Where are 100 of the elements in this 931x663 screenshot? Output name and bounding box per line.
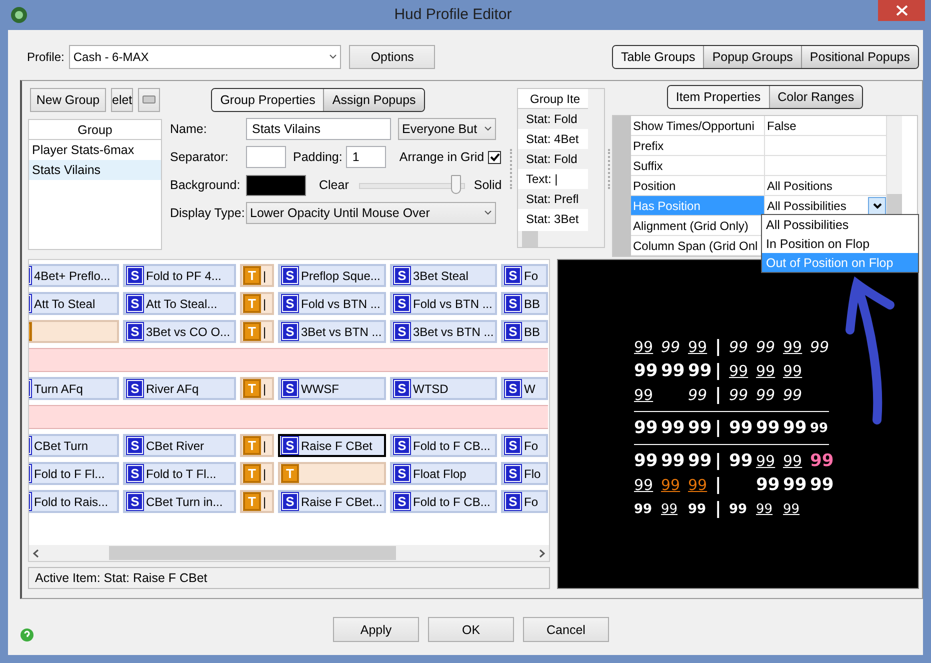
grid-item[interactable]: S Fold to F CB... <box>390 434 497 457</box>
close-button[interactable] <box>878 0 925 21</box>
grid-item[interactable]: S W <box>501 377 548 400</box>
grid-item[interactable]: T | <box>240 434 274 457</box>
item-label: Fo <box>524 494 538 508</box>
dialog-button[interactable]: Apply <box>333 617 419 642</box>
grid-item[interactable]: Fold to F Fl... <box>29 462 119 485</box>
background-swatch[interactable] <box>246 174 306 196</box>
grid-item[interactable]: S Att To Steal... <box>123 292 236 315</box>
delete-button[interactable]: elet <box>111 88 133 112</box>
stat-item-icon: S <box>282 295 298 312</box>
arrange-checkbox[interactable] <box>488 150 502 164</box>
separator-field[interactable] <box>246 146 286 168</box>
printer-button[interactable] <box>138 88 160 112</box>
active-item-status: Active Item: Stat: Raise F CBet <box>28 567 550 589</box>
grid-item[interactable]: T | <box>240 462 274 485</box>
properties-tab[interactable]: Assign Popups <box>323 89 424 111</box>
grid-item[interactable]: S WTSD <box>390 377 497 400</box>
group-item-row[interactable]: Stat: Fold <box>518 149 589 169</box>
grid-item[interactable]: T | <box>240 320 274 343</box>
grid-item[interactable]: Att To Steal <box>29 292 119 315</box>
stat-item-icon: S <box>394 380 410 397</box>
grid-item[interactable]: S Fold to T Fl... <box>123 462 236 485</box>
grid-item[interactable]: S 3Bet vs BTN ... <box>390 320 497 343</box>
dialog-button[interactable]: Cancel <box>523 617 609 642</box>
grid-item[interactable]: S 3Bet vs CO O... <box>123 320 236 343</box>
grid-item[interactable]: S Fold vs BTN ... <box>390 292 497 315</box>
dropdown-option[interactable]: All Possibilities <box>762 215 918 234</box>
stat-item-icon: S <box>282 493 298 510</box>
grid-item[interactable]: CBet Turn <box>29 434 119 457</box>
grid-item[interactable]: T | <box>240 264 274 287</box>
grid-item[interactable]: S Fo <box>501 490 548 513</box>
profile-dropdown[interactable]: Cash - 6-MAX <box>69 45 342 69</box>
grid-item[interactable]: S Fo <box>501 434 548 457</box>
dialog-button[interactable]: OK <box>428 617 514 642</box>
grid-item[interactable]: S Flo <box>501 462 548 485</box>
item-label: Float Flop <box>413 466 466 480</box>
grid-item[interactable]: S CBet River <box>123 434 236 457</box>
property-name[interactable]: Suffix <box>631 156 765 176</box>
item-label: | <box>263 494 266 508</box>
group-item-row[interactable]: Stat: Fold <box>518 109 589 129</box>
group-item[interactable]: Stats Vilains <box>29 160 161 180</box>
property-name[interactable]: Show Times/Opportuni <box>631 116 765 136</box>
grid-item[interactable]: S 3Bet Steal <box>390 264 497 287</box>
grid-item[interactable]: S Fold to PF 4... <box>123 264 236 287</box>
grid-item[interactable]: 4Bet+ Preflo... <box>29 264 119 287</box>
grid-item[interactable]: S Fold to F CB... <box>390 490 497 513</box>
grid-item[interactable]: S BB <box>501 292 548 315</box>
scroll-right-icon[interactable] <box>539 548 545 558</box>
preview-value: | <box>715 385 722 405</box>
item-tab[interactable]: Color Ranges <box>768 86 862 108</box>
opacity-slider[interactable] <box>358 175 465 195</box>
grid-item[interactable]: S Preflop Sque... <box>278 264 386 287</box>
properties-tab[interactable]: Group Properties <box>212 89 324 111</box>
grid-item[interactable]: S Float Flop <box>390 462 497 485</box>
preview-value: | <box>715 418 722 438</box>
text-item-icon: T <box>244 267 260 284</box>
preview-value: 99 <box>756 475 781 495</box>
display-type-dropdown[interactable]: Lower Opacity Until Mouse Over <box>246 202 496 224</box>
caret-icon[interactable] <box>329 54 338 60</box>
item-label: Raise F CBet <box>301 438 372 452</box>
grid-item[interactable]: T | <box>240 377 274 400</box>
preview-value: 99 <box>729 418 754 438</box>
caret-icon[interactable] <box>484 126 492 132</box>
padding-field[interactable]: 1 <box>346 146 386 168</box>
new-group-button[interactable]: New Group <box>30 88 106 112</box>
preview-value: 99 <box>729 451 754 471</box>
grid-item[interactable]: S Fold vs BTN ... <box>278 292 386 315</box>
grid-item[interactable]: Turn AFq <box>29 377 119 400</box>
grid-item[interactable]: T | <box>240 490 274 513</box>
property-name[interactable]: Prefix <box>631 136 765 156</box>
grid-item[interactable]: S Raise F CBet... <box>278 490 386 513</box>
view-tab[interactable]: Table Groups <box>612 46 704 68</box>
grid-item[interactable]: S River AFq <box>123 377 236 400</box>
caret-icon[interactable] <box>484 210 492 216</box>
grid-item[interactable]: S WWSF <box>278 377 386 400</box>
view-tab[interactable]: Popup Groups <box>703 46 801 68</box>
visibility-dropdown[interactable]: Everyone But <box>398 118 496 140</box>
grid-item[interactable]: S Fo <box>501 264 548 287</box>
grid-item[interactable]: S BB <box>501 320 548 343</box>
options-button[interactable]: Options <box>349 45 436 69</box>
preview-value: | <box>715 451 722 471</box>
help-icon[interactable] <box>20 628 34 642</box>
view-tab[interactable]: Positional Popups <box>800 46 918 68</box>
stat-item-icon: S <box>505 323 521 340</box>
item-tab[interactable]: Item Properties <box>668 86 769 108</box>
stat-item-icon: S <box>394 295 410 312</box>
grid-item[interactable]: T | <box>240 292 274 315</box>
grid-item[interactable]: S 3Bet vs BTN ... <box>278 320 386 343</box>
grid-item[interactable] <box>29 320 119 343</box>
scroll-thumb[interactable] <box>109 546 396 560</box>
name-field[interactable]: Stats Vilains <box>246 118 391 140</box>
stat-item-icon: S <box>127 295 143 312</box>
grid-item[interactable]: Fold to Rais... <box>29 490 119 513</box>
dropdown-option[interactable]: In Position on Flop <box>762 234 918 253</box>
group-item-row[interactable]: Stat: Prefl <box>518 189 589 209</box>
scroll-left-icon[interactable] <box>33 548 39 558</box>
grid-item[interactable]: S Raise F CBet <box>278 434 386 457</box>
slider-thumb[interactable] <box>451 175 462 194</box>
grid-item[interactable]: S CBet Turn in... <box>123 490 236 513</box>
